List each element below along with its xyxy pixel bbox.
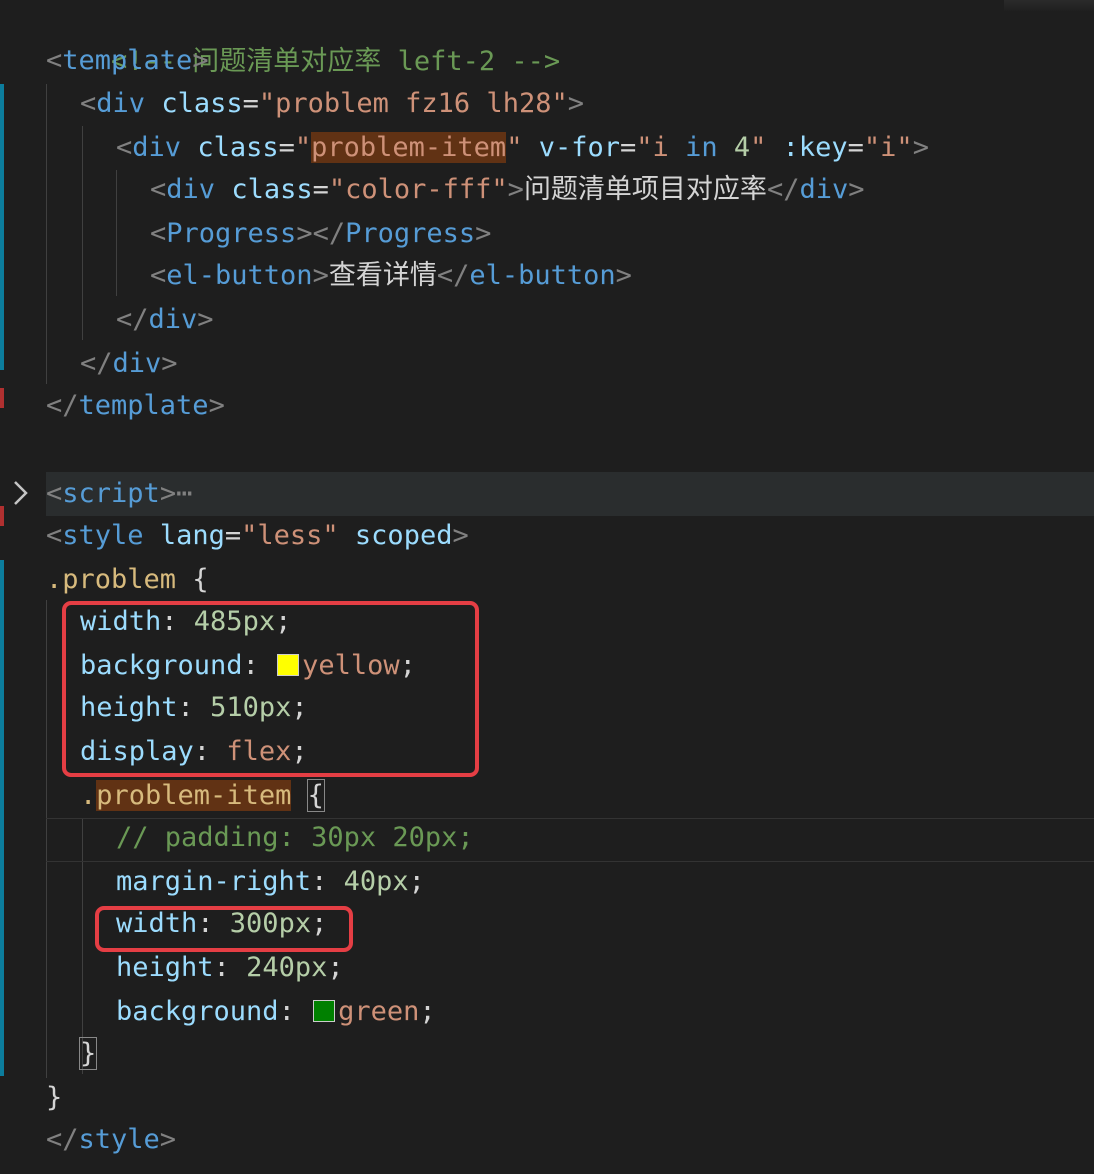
text-content: 查看详情 [328, 260, 437, 291]
attr-name: class [231, 174, 313, 205]
css-selector: . [80, 780, 97, 811]
code-line-3[interactable]: <div class="problem fz16 lh28"> [80, 82, 584, 126]
attr-name: :key [782, 132, 848, 163]
code-line-25[interactable]: } [78, 1032, 98, 1076]
code-line-4[interactable]: <div class="problem-item" v-for="i in 4"… [116, 126, 929, 170]
code-line-27[interactable]: </style> [46, 1118, 176, 1162]
tag-name: div [166, 174, 216, 205]
indent-guide [82, 126, 83, 340]
indent-guide [116, 170, 117, 296]
tag-name: Progress [345, 218, 476, 249]
brace: } [46, 1082, 63, 1113]
css-comment: // padding: 30px 20px; [116, 822, 474, 853]
indent-guide [46, 84, 47, 384]
code-line-14[interactable]: .problem { [46, 558, 209, 602]
css-value: green [338, 996, 420, 1027]
brace: { [192, 564, 209, 595]
css-number: 240px [246, 952, 328, 983]
attr-value: "color-fff" [328, 174, 508, 205]
code-line-26[interactable]: } [46, 1076, 62, 1120]
attr-value: "less" [241, 520, 339, 551]
tag-name: div [96, 88, 146, 119]
attr-value: "i" [863, 132, 913, 163]
tag-name: div [112, 348, 162, 379]
gutter-deleted-marker [0, 388, 4, 408]
code-line-8[interactable]: </div> [116, 298, 214, 342]
code-line-23[interactable]: height: 240px; [116, 946, 344, 990]
string-quote: " [750, 132, 767, 163]
number: 4 [717, 132, 751, 163]
attr-value: "i [636, 132, 686, 163]
css-property: height [116, 952, 214, 983]
attr-name: lang [159, 520, 225, 551]
code-line-7[interactable]: <el-button>查看详情</el-button> [150, 254, 632, 298]
highlighted-word: problem-item [96, 780, 292, 811]
chevron-right-icon[interactable] [10, 478, 32, 508]
attr-name: class [197, 132, 279, 163]
editor-top-shadow [1004, 0, 1094, 12]
code-line-9[interactable]: </div> [80, 342, 178, 386]
code-line-21[interactable]: margin-right: 40px; [116, 860, 425, 904]
brace: } [78, 1037, 98, 1070]
fold-ellipsis[interactable]: ⋯ [176, 478, 192, 509]
code-line-5[interactable]: <div class="color-fff">问题清单项目对应率</div> [150, 168, 865, 212]
css-number: 40px [343, 866, 409, 897]
code-line-script-folded[interactable]: <script>⋯ [46, 472, 192, 516]
annotation-box-problem-styles [62, 601, 479, 777]
attr-value: "problem fz16 lh28" [258, 88, 568, 119]
attr-name: v-for [538, 132, 621, 163]
css-selector: .problem [46, 564, 177, 595]
tag-name: style [62, 520, 144, 551]
current-line-highlight [46, 472, 1094, 516]
tag-name: script [62, 478, 160, 509]
code-line-13[interactable]: <style lang="less" scoped> [46, 514, 469, 558]
css-property: background [116, 996, 279, 1027]
attr-name: scoped [354, 520, 453, 551]
tag-name: el-button [166, 260, 313, 291]
gutter-change-bar [0, 84, 4, 370]
text-content: 问题清单项目对应率 [523, 174, 767, 205]
tag-name: template [62, 45, 193, 76]
color-swatch-green[interactable] [313, 999, 336, 1022]
code-line-20[interactable]: // padding: 30px 20px; [116, 816, 474, 860]
attr-name: class [161, 88, 243, 119]
code-line-1[interactable]: <!-- 问题清单对应率 left-2 --> [46, 0, 560, 77]
tag-name: Progress [166, 218, 297, 249]
code-line-2[interactable]: <template> [46, 39, 209, 83]
string-quote: " [294, 132, 312, 163]
gutter-change-bar [0, 560, 4, 1076]
keyword-in: in [685, 132, 718, 163]
tag-name: style [78, 1124, 160, 1155]
gutter-deleted-marker [0, 506, 4, 526]
annotation-box-item-width [95, 906, 353, 952]
code-line-24[interactable]: background: green; [116, 990, 436, 1034]
highlighted-word: problem-item [311, 132, 507, 163]
code-editor[interactable]: <!-- 问题清单对应率 left-2 --> <template> <div … [0, 0, 1094, 1174]
code-line-19[interactable]: .problem-item { [80, 774, 325, 818]
code-line-10[interactable]: </template> [46, 384, 225, 428]
string-quote: " [506, 132, 523, 163]
css-property: margin-right [116, 866, 312, 897]
tag-name: template [78, 390, 209, 421]
code-line-6[interactable]: <Progress></Progress> [150, 212, 491, 256]
tag-name: div [799, 174, 849, 205]
tag-name: div [132, 132, 182, 163]
tag-name: el-button [469, 260, 616, 291]
brace: { [306, 779, 325, 812]
tag-name: div [148, 304, 198, 335]
